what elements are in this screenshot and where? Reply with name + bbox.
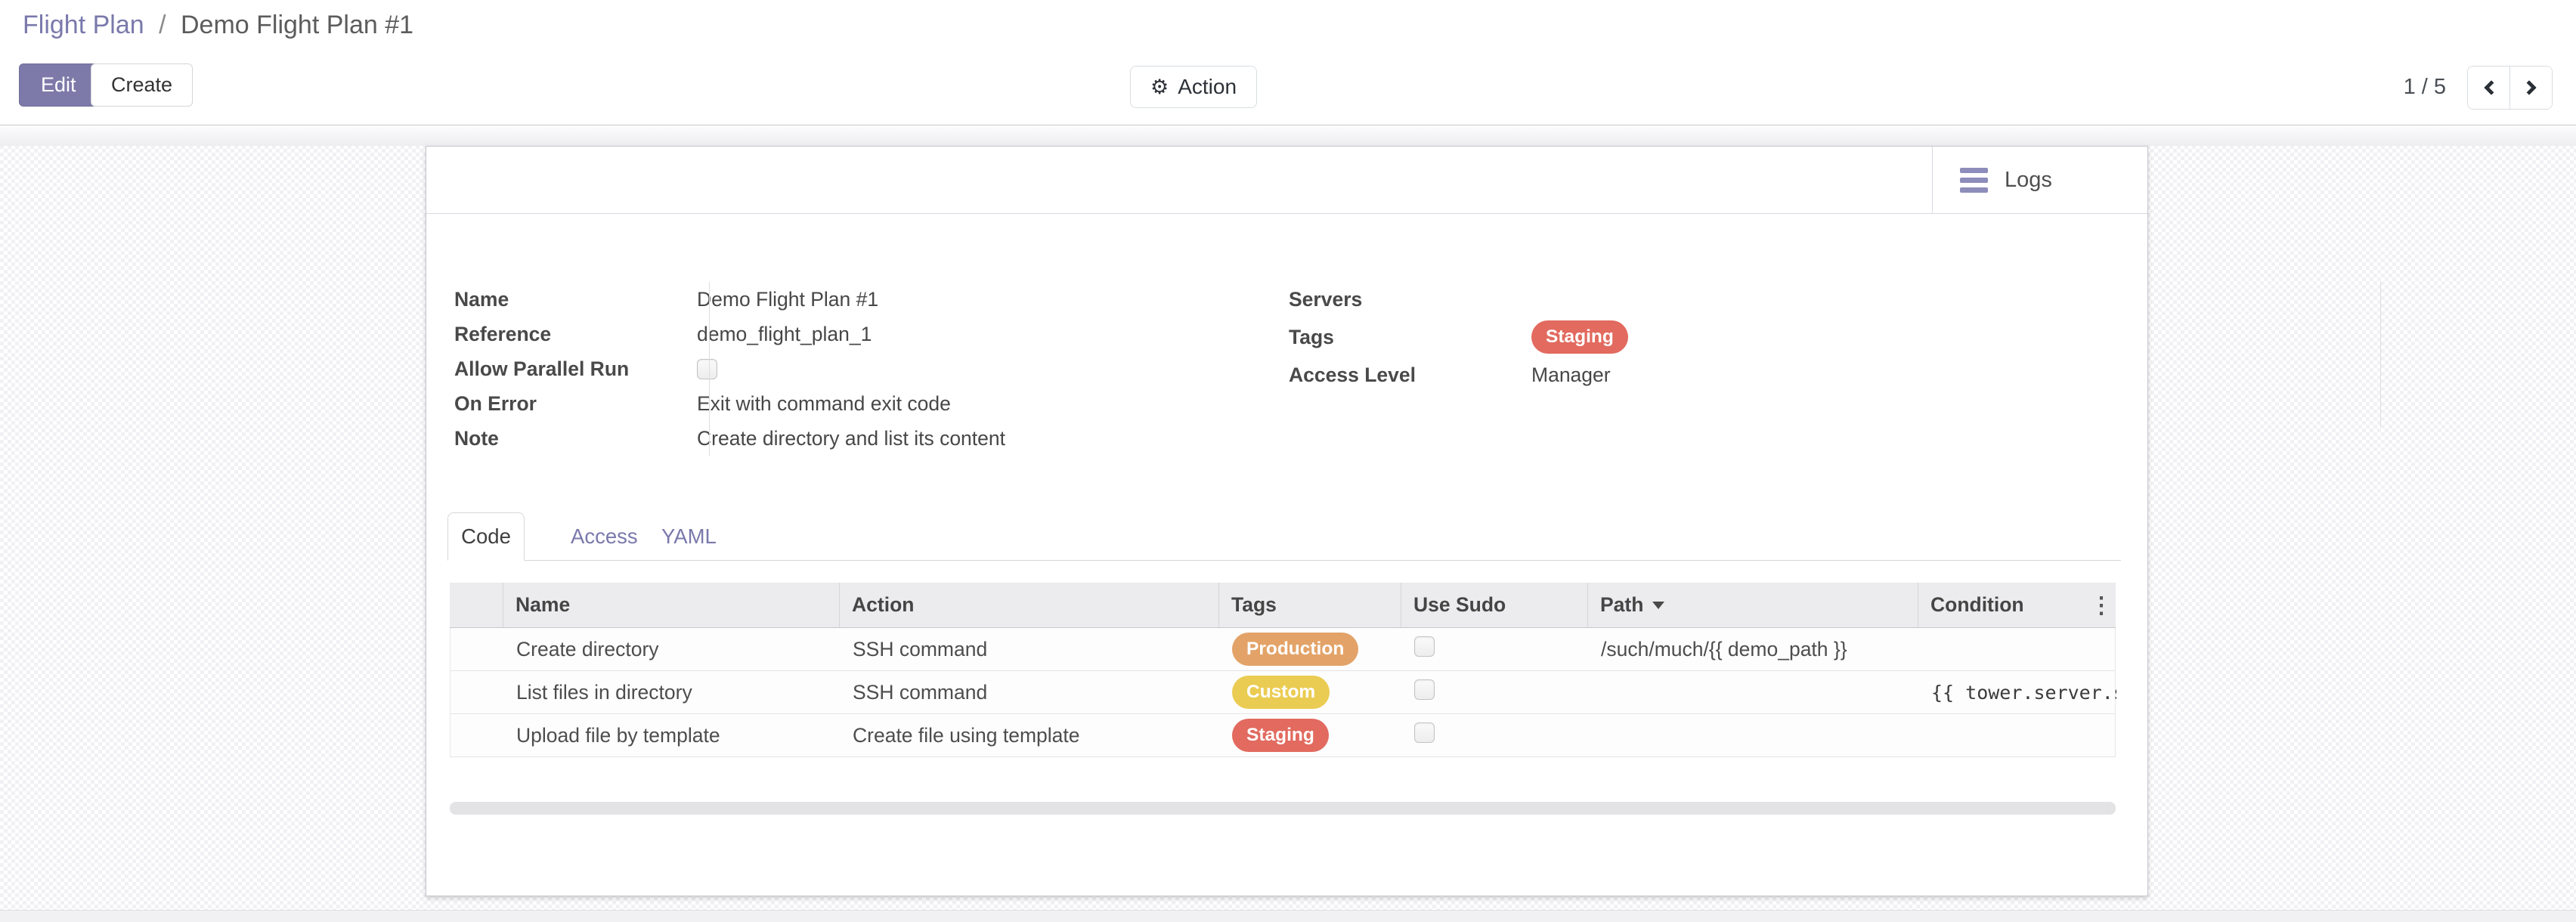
column-header-name[interactable]: Name: [503, 583, 840, 627]
control-panel: Flight Plan / Demo Flight Plan #1 Edit C…: [0, 0, 2576, 125]
tab-code[interactable]: Code: [447, 512, 525, 561]
group-separator: [2380, 282, 2381, 427]
field-row-on-error: On Error Exit with command exit code: [454, 386, 1210, 421]
field-row-servers: Servers: [1289, 282, 2045, 317]
field-row-name: Name Demo Flight Plan #1: [454, 282, 1210, 317]
pager-previous-button[interactable]: [2468, 67, 2509, 109]
field-label: Reference: [454, 323, 681, 346]
field-label: Allow Parallel Run: [454, 357, 681, 381]
field-value-access-level: Manager: [1518, 364, 1611, 387]
bottom-strip: [0, 910, 2576, 922]
field-label: Note: [454, 427, 681, 450]
tag-badge-staging: Staging: [1531, 320, 1628, 354]
field-label: On Error: [454, 392, 681, 416]
cell-action: Create file using template: [841, 724, 1220, 747]
list-icon: [1960, 168, 1988, 193]
action-button-label: Action: [1178, 76, 1237, 97]
field-group-left: Name Demo Flight Plan #1 Reference demo_…: [454, 282, 1210, 456]
breadcrumb-separator: /: [159, 11, 166, 39]
status-bar-strip: [0, 126, 2576, 146]
tag-badge-custom: Custom: [1232, 676, 1330, 709]
column-header-condition-label: Condition: [1930, 593, 2024, 617]
field-row-note: Note Create directory and list its conte…: [454, 421, 1210, 456]
pager-next-button[interactable]: [2509, 67, 2552, 109]
action-button[interactable]: ⚙ Action: [1130, 66, 1257, 108]
table-row[interactable]: Create directory SSH command Production …: [450, 628, 2115, 671]
button-box: Logs: [426, 147, 2147, 214]
tab-access[interactable]: Access: [571, 512, 638, 561]
form-sheet: Logs Name Demo Flight Plan #1 Reference …: [426, 146, 2148, 896]
pager-counter: 1 / 5: [2404, 75, 2446, 100]
field-label: Name: [454, 288, 681, 311]
field-label: Tags: [1289, 326, 1518, 349]
cell-name: List files in directory: [504, 681, 841, 704]
table-header: Name Action Tags Use Sudo Path Condition…: [450, 583, 2116, 628]
tab-yaml[interactable]: YAML: [661, 512, 717, 561]
command-lines-table: Name Action Tags Use Sudo Path Condition…: [450, 583, 2116, 757]
logs-button-label: Logs: [2005, 168, 2052, 193]
cell-condition: {{ tower.server.st: [1919, 682, 2116, 704]
tag-badge-production: Production: [1232, 633, 1358, 666]
field-value-name: Demo Flight Plan #1: [681, 288, 878, 311]
form-view-background: Logs Name Demo Flight Plan #1 Reference …: [0, 126, 2576, 922]
gear-icon: ⚙: [1150, 77, 1169, 97]
column-header-handle: [450, 583, 503, 627]
column-header-tags[interactable]: Tags: [1219, 583, 1401, 627]
optional-columns-icon[interactable]: ⋮: [2088, 583, 2114, 628]
cell-path: /such/much/{{ demo_path }}: [1589, 638, 1919, 661]
field-row-reference: Reference demo_flight_plan_1: [454, 317, 1210, 351]
column-header-condition[interactable]: Condition ⋮: [1918, 583, 2116, 627]
cell-name: Upload file by template: [504, 724, 841, 747]
breadcrumb: Flight Plan / Demo Flight Plan #1: [23, 11, 413, 40]
field-label: Servers: [1289, 288, 1518, 311]
field-value-on-error: Exit with command exit code: [681, 392, 951, 416]
cell-action: SSH command: [841, 638, 1220, 661]
group-separator: [709, 282, 710, 456]
use-sudo-checkbox[interactable]: [1414, 636, 1435, 657]
horizontal-scrollbar[interactable]: [450, 802, 2116, 815]
use-sudo-checkbox[interactable]: [1414, 722, 1435, 743]
breadcrumb-current: Demo Flight Plan #1: [181, 11, 413, 39]
column-header-path[interactable]: Path: [1588, 583, 1918, 627]
field-row-access-level: Access Level Manager: [1289, 357, 2045, 392]
chevron-left-icon: [2484, 80, 2499, 95]
sort-desc-icon: [1652, 602, 1664, 609]
column-header-action[interactable]: Action: [840, 583, 1219, 627]
notebook-tabs: Code Access YAML: [454, 512, 2121, 561]
column-header-path-label: Path: [1600, 593, 1643, 617]
logs-button[interactable]: Logs: [1932, 147, 2147, 213]
cell-name: Create directory: [504, 638, 841, 661]
chevron-right-icon: [2522, 80, 2537, 95]
field-row-allow-parallel-run: Allow Parallel Run: [454, 351, 1210, 386]
table-body: Create directory SSH command Production …: [450, 628, 2116, 757]
edit-button[interactable]: Edit: [19, 63, 98, 107]
breadcrumb-parent-link[interactable]: Flight Plan: [23, 11, 144, 39]
cell-action: SSH command: [841, 681, 1220, 704]
allow-parallel-run-checkbox[interactable]: [697, 359, 717, 379]
create-button[interactable]: Create: [91, 63, 193, 107]
use-sudo-checkbox[interactable]: [1414, 679, 1435, 700]
field-label: Access Level: [1289, 364, 1518, 387]
field-group-right: Servers Tags Staging Access Level Manage…: [1289, 282, 2045, 392]
tag-badge-staging: Staging: [1232, 719, 1329, 752]
table-row[interactable]: Upload file by template Create file usin…: [450, 714, 2115, 757]
table-row[interactable]: List files in directory SSH command Cust…: [450, 671, 2115, 714]
field-value-note: Create directory and list its content: [681, 427, 1005, 450]
column-header-use-sudo[interactable]: Use Sudo: [1401, 583, 1588, 627]
field-row-tags: Tags Staging: [1289, 317, 2045, 357]
pager: [2467, 66, 2553, 110]
